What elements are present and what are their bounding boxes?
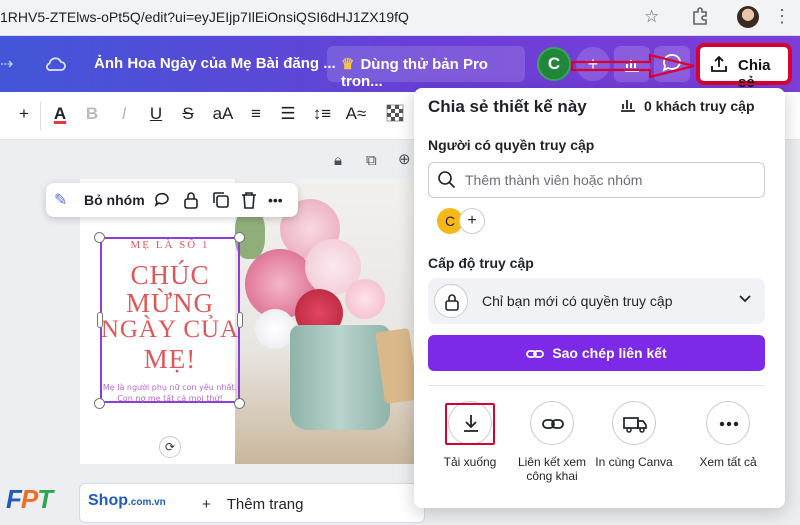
more-icon[interactable]: •••: [268, 192, 283, 208]
italic-button[interactable]: I: [112, 104, 136, 124]
see-all-action[interactable]: Xem tất cả: [688, 401, 768, 469]
lock-icon: [434, 284, 468, 318]
public-link-action[interactable]: Liên kết xem công khai: [512, 401, 592, 483]
side-handle[interactable]: [97, 312, 103, 328]
side-handle[interactable]: [237, 312, 243, 328]
copy-link-button[interactable]: Sao chép liên kết: [428, 335, 765, 371]
align-button[interactable]: ≡: [244, 104, 268, 124]
magic-icon[interactable]: ✎: [54, 190, 67, 210]
logo-letter: P: [20, 484, 38, 514]
access-level-select[interactable]: Chỉ bạn mới có quyền truy cập: [428, 278, 765, 324]
duplicate-icon[interactable]: [211, 190, 231, 210]
strikethrough-button[interactable]: S: [176, 104, 200, 124]
link-icon: [526, 347, 545, 361]
public-link-label: Liên kết xem công khai: [517, 455, 587, 483]
resize-handle[interactable]: [94, 398, 105, 409]
resize-handle[interactable]: [94, 232, 105, 243]
divider: [40, 102, 41, 130]
search-icon: [437, 170, 457, 190]
resize-handle[interactable]: [234, 398, 245, 409]
font-size-increase[interactable]: +: [12, 104, 36, 124]
add-page-icon[interactable]: ⊕: [398, 150, 411, 168]
divider: [428, 385, 765, 386]
effects-button[interactable]: A≈: [342, 104, 370, 124]
case-button[interactable]: aA: [208, 104, 238, 124]
fptshop-logo: FPT Shop.com.vn: [6, 484, 166, 516]
design-footnote-2[interactable]: Con nợ mẹ tất cả mọi thứ!: [100, 394, 240, 403]
ungroup-button[interactable]: Bỏ nhóm: [84, 192, 145, 208]
logo-letter: T: [37, 484, 53, 514]
search-placeholder: Thêm thành viên hoặc nhóm: [465, 172, 643, 188]
visitor-count-label: 0 khách truy cập: [644, 98, 755, 114]
share-panel-title: Chia sẻ thiết kế này: [428, 97, 587, 116]
access-level-label: Cấp độ truy cập: [428, 255, 534, 271]
copy-link-label: Sao chép liên kết: [552, 345, 667, 361]
comment-add-icon[interactable]: [152, 190, 172, 210]
see-all-label: Xem tất cả: [699, 455, 757, 469]
design-line-1[interactable]: CHÚC: [100, 260, 240, 291]
context-toolbar: ✎ Bỏ nhóm •••: [46, 183, 298, 217]
line-spacing-button[interactable]: ↕≡: [308, 104, 336, 124]
more-icon: [706, 401, 750, 445]
chevron-down-icon: [738, 291, 752, 305]
bar-chart-icon: [620, 98, 636, 114]
logo-domain: .com.vn: [128, 497, 166, 508]
design-line-3[interactable]: NGÀY CỦA: [100, 316, 240, 344]
duplicate-icon[interactable]: ⧉: [366, 152, 377, 169]
add-member-button[interactable]: +: [459, 208, 485, 234]
design-line-4[interactable]: MẸ!: [100, 344, 240, 375]
lock-icon[interactable]: 🔒︎: [334, 152, 342, 169]
lock-icon[interactable]: [182, 190, 200, 210]
people-access-label: Người có quyền truy cập: [428, 137, 595, 153]
design-subheading[interactable]: MẸ LÀ SỐ 1: [100, 239, 240, 251]
trash-icon[interactable]: [240, 190, 258, 210]
logo-shop: Shop.com.vn: [88, 492, 166, 510]
flower-shape: [345, 279, 385, 319]
access-level-value: Chỉ bạn mới có quyền truy cập: [482, 293, 673, 309]
design-footnote-1[interactable]: Mẹ là người phụ nữ con yêu nhất.: [100, 383, 240, 392]
text-color-button[interactable]: A: [48, 104, 72, 124]
add-page-label: Thêm trang: [226, 496, 304, 513]
design-line-2[interactable]: MỪNG: [100, 288, 240, 319]
transparency-icon[interactable]: [386, 104, 410, 122]
logo-shop-text: Shop: [88, 492, 128, 509]
highlight-box: [445, 403, 495, 445]
download-label: Tải xuống: [443, 455, 497, 469]
rotate-icon[interactable]: ⟳: [159, 436, 181, 458]
resize-handle[interactable]: [234, 232, 245, 243]
list-button[interactable]: ☰: [276, 104, 300, 124]
bold-button[interactable]: B: [80, 104, 104, 124]
add-page-plus: +: [202, 496, 211, 513]
print-action[interactable]: In cùng Canva: [594, 401, 674, 469]
member-search-input[interactable]: Thêm thành viên hoặc nhóm: [428, 162, 765, 198]
print-label: In cùng Canva: [595, 455, 673, 469]
flower-shape: [255, 309, 295, 349]
logo-letter: F: [6, 484, 22, 514]
vase-shape: [290, 325, 390, 430]
link-icon: [530, 401, 574, 445]
truck-icon: [612, 401, 656, 445]
underline-button[interactable]: U: [144, 104, 168, 124]
visitor-count[interactable]: 0 khách truy cập: [620, 98, 755, 114]
share-panel: Chia sẻ thiết kế này 0 khách truy cập Ng…: [414, 88, 785, 508]
